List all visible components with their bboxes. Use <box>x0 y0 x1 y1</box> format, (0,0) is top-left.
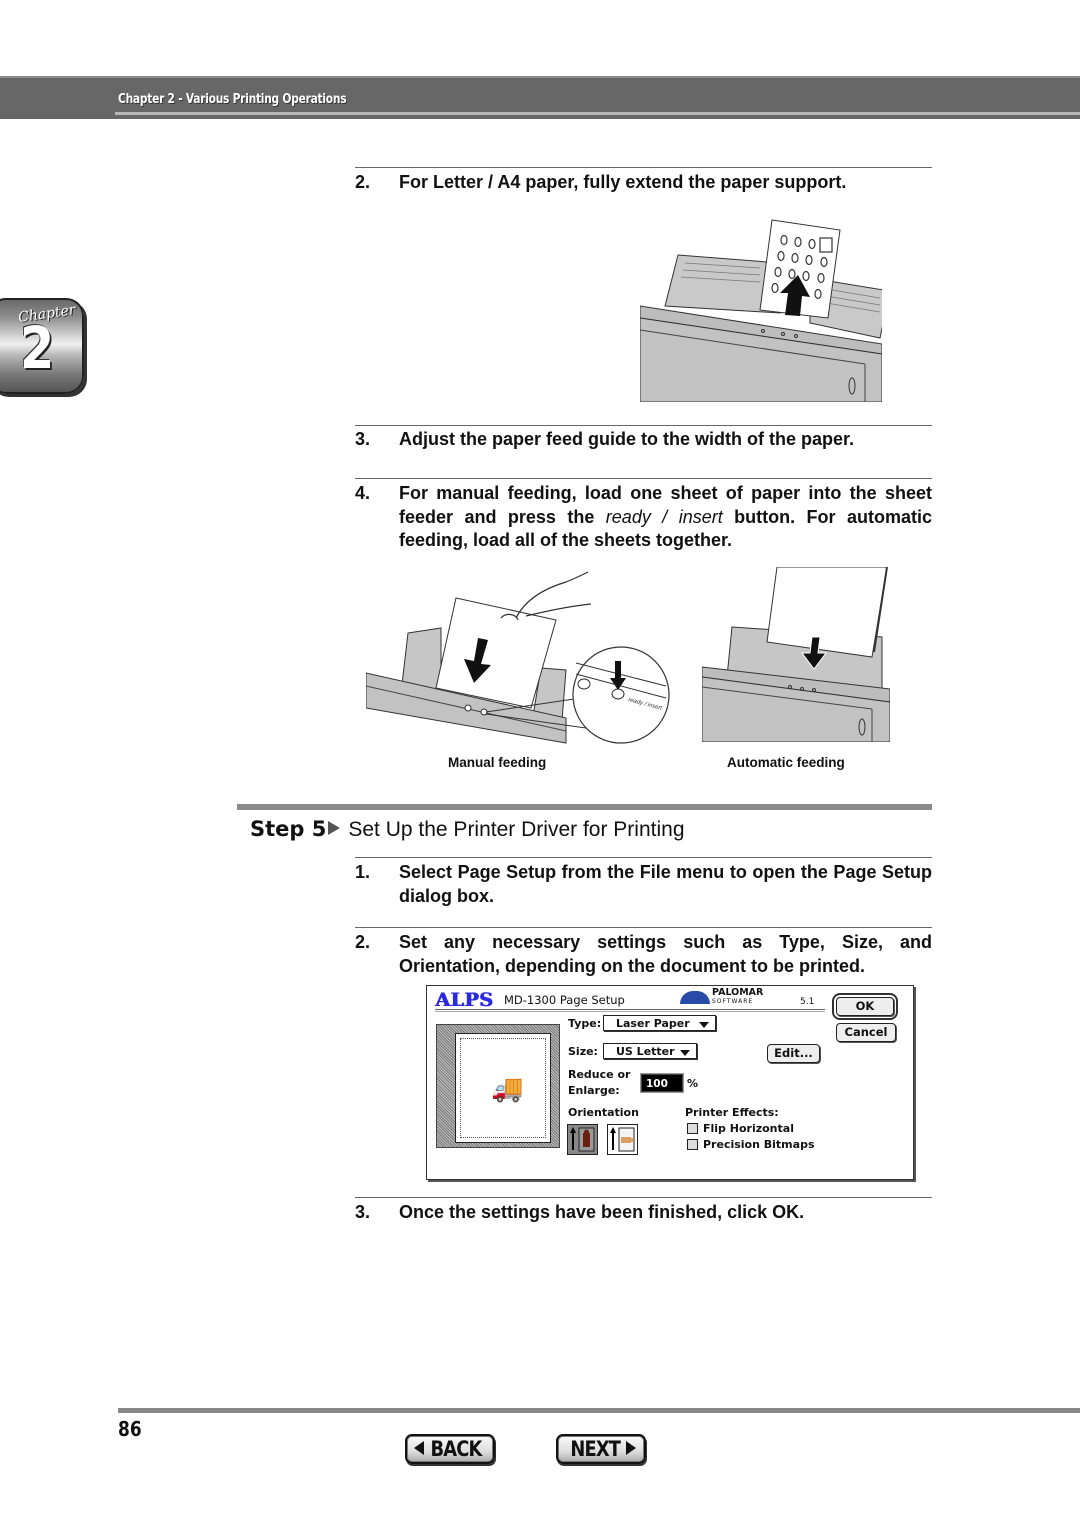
section-bar <box>237 804 932 810</box>
back-button[interactable]: BACK <box>405 1434 495 1464</box>
precision-bitmaps-checkbox[interactable] <box>687 1139 698 1150</box>
portrait-orientation-button[interactable] <box>567 1124 598 1155</box>
portrait-icon <box>570 1127 595 1152</box>
instruction-item: 2. For Letter / A4 paper, fully extend t… <box>355 171 932 195</box>
automatic-feeding-illustration <box>702 567 890 742</box>
landscape-icon <box>610 1127 635 1152</box>
type-label: Type: <box>568 1017 602 1030</box>
instruction-item: 3. Adjust the paper feed guide to the wi… <box>355 428 932 452</box>
item-text: Select Page Setup from the File menu to … <box>399 862 932 906</box>
brand-name: PALOMAR <box>712 987 764 998</box>
cancel-button[interactable]: Cancel <box>836 1023 896 1042</box>
edit-button[interactable]: Edit... <box>767 1044 820 1063</box>
flip-horizontal-label: Flip Horizontal <box>703 1122 794 1135</box>
footer-bar <box>118 1408 1080 1413</box>
page-number: 86 <box>118 1417 142 1441</box>
reduce-label: Reduce or <box>568 1068 631 1081</box>
precision-bitmaps-label: Precision Bitmaps <box>703 1138 815 1151</box>
instruction-item: 3. Once the settings have been finished,… <box>355 1201 932 1225</box>
button-icon <box>577 678 591 690</box>
item-number: 3. <box>355 1202 371 1222</box>
back-label: BACK <box>430 1437 483 1461</box>
printer-effects-label: Printer Effects: <box>685 1106 779 1119</box>
chapter-header-title: Chapter 2 - Various Printing Operations <box>118 92 347 107</box>
divider <box>355 1197 932 1198</box>
step-title: Set Up the Printer Driver for Printing <box>348 818 685 841</box>
ok-button[interactable]: OK <box>832 993 898 1020</box>
type-value: Laser Paper <box>616 1017 690 1030</box>
item-text: Adjust the paper feed guide to the width… <box>399 429 855 449</box>
manual-feeding-caption: Manual feeding <box>448 755 547 770</box>
truck-icon: 🚚 <box>491 1074 524 1104</box>
type-select[interactable]: Laser Paper <box>603 1015 716 1031</box>
page-setup-dialog: ALPS MD-1300 Page Setup PALOMAR SOFTWARE … <box>426 985 914 1180</box>
item-number: 3. <box>355 429 371 449</box>
chevron-down-icon <box>680 1050 690 1056</box>
divider <box>355 167 932 168</box>
version-label: 5.1 <box>800 997 815 1007</box>
item-number: 4. <box>355 483 371 503</box>
page-preview: 🚚 <box>436 1024 560 1148</box>
dialog-title: MD-1300 Page Setup <box>504 993 625 1007</box>
chevron-down-icon <box>699 1022 709 1028</box>
item-number: 2. <box>355 932 371 952</box>
palomar-brand: PALOMAR SOFTWARE <box>712 987 764 1006</box>
chapter-header-bar: Chapter 2 - Various Printing Operations <box>0 76 1080 119</box>
brand-sub: SOFTWARE <box>712 998 754 1005</box>
instruction-item: 2. Set any necessary settings such as Ty… <box>355 931 932 978</box>
preview-page: 🚚 <box>455 1033 551 1143</box>
instruction-item: 4. For manual feeding, load one sheet of… <box>355 482 932 553</box>
paper-stack <box>766 567 888 658</box>
instruction-item: 1. Select Page Setup from the File menu … <box>355 861 932 908</box>
size-value: US Letter <box>616 1045 675 1058</box>
size-select[interactable]: US Letter <box>603 1043 697 1059</box>
header-underline <box>115 112 1080 115</box>
divider <box>355 478 932 479</box>
paper-support-illustration <box>640 219 882 402</box>
size-label: Size: <box>568 1045 598 1058</box>
title-rule <box>435 1009 825 1010</box>
step-label: Step 5 <box>250 817 327 841</box>
ready-insert-button-icon <box>611 688 625 700</box>
percent-sign: % <box>687 1077 699 1090</box>
divider <box>355 425 932 426</box>
orientation-label: Orientation <box>568 1106 639 1119</box>
arrow-right-icon <box>626 1441 637 1455</box>
enlarge-label: Enlarge: <box>568 1084 620 1097</box>
arrow-left-icon <box>414 1441 425 1455</box>
item-text: For Letter / A4 paper, fully extend the … <box>399 172 847 192</box>
manual-feeding-illustration: ready / insert <box>366 571 670 744</box>
chapter-tab-number: 2 <box>20 314 55 382</box>
next-button[interactable]: NEXT <box>556 1434 646 1464</box>
item-text: For manual feeding, load one sheet of pa… <box>399 482 932 553</box>
automatic-feeding-caption: Automatic feeding <box>727 755 845 770</box>
next-label: NEXT <box>570 1437 621 1461</box>
item-text: Once the settings have been finished, cl… <box>399 1202 805 1222</box>
palomar-logo-icon <box>680 991 710 1004</box>
step-arrow-icon <box>328 821 341 836</box>
step-heading: Step 5 Set Up the Printer Driver for Prin… <box>250 817 685 842</box>
item-number: 1. <box>355 862 371 882</box>
item-number: 2. <box>355 172 371 192</box>
alps-logo: ALPS <box>435 989 494 1011</box>
reduce-enlarge-input[interactable]: 100 <box>640 1073 684 1093</box>
divider <box>355 857 932 858</box>
item-text: Set any necessary settings such as Type,… <box>399 932 932 976</box>
landscape-orientation-button[interactable] <box>607 1124 638 1155</box>
chapter-tab[interactable]: Chapter 2 <box>0 298 84 394</box>
divider <box>355 927 932 928</box>
flip-horizontal-checkbox[interactable] <box>687 1123 698 1134</box>
ready-insert-term: ready / insert <box>605 506 723 527</box>
